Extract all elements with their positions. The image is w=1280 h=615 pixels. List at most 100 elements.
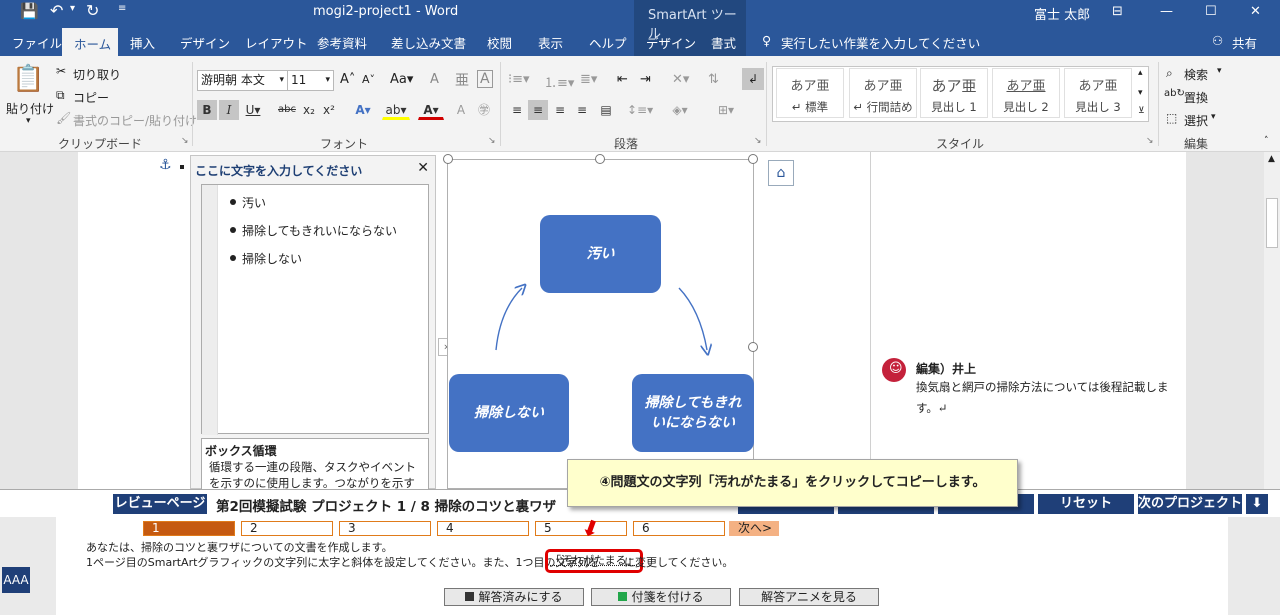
next-button[interactable]: 次へ> [729,521,779,536]
borders-icon[interactable]: ⊞▾ [712,100,740,120]
close-icon[interactable]: ✕ [1250,4,1261,19]
scroll-up-icon[interactable]: ▲ [1268,154,1275,164]
share-button[interactable]: 共有 [1232,33,1257,52]
mark-answered-button[interactable]: 解答済みにする [444,588,584,606]
shading-icon[interactable]: ◈▾ [666,100,694,120]
tab-references[interactable]: 参考資料 [317,33,367,52]
styles-scroll-up-icon[interactable]: ▴ [1138,68,1143,78]
text-effects-button[interactable]: A▾ [350,100,376,120]
decrease-indent-icon[interactable]: ⇤ [617,72,628,87]
shrink-font-icon[interactable]: A˅ [362,73,375,86]
highlight-button[interactable]: ab▾ [382,100,410,120]
font-name-combo[interactable]: 游明朝 本文 ▾ [197,70,288,91]
replace-icon[interactable]: ab↻ [1164,88,1185,99]
ribbon-display-icon[interactable]: ⊟ [1112,4,1123,19]
page-tab-6[interactable]: 6 [633,521,725,536]
font-size-toggle[interactable]: AAA [2,567,30,593]
select-icon[interactable]: ⬚ [1166,111,1177,125]
bullets-icon[interactable]: ⁝≡▾ [508,72,530,87]
copy-icon[interactable]: ⧉ [56,88,65,103]
enclose-char-icon[interactable]: ㊫ [474,100,494,120]
tab-help[interactable]: ヘルプ [589,33,627,52]
page-tab-3[interactable]: 3 [339,521,431,536]
undo-dropdown-icon[interactable]: ▾ [70,3,75,14]
review-page-button[interactable]: レビューページ [113,494,207,514]
align-right-icon[interactable]: ≡ [550,100,570,120]
styles-more-icon[interactable]: ⊻ [1138,106,1145,116]
copy-button[interactable]: コピー [73,89,109,106]
bold-button[interactable]: B [197,100,217,120]
text-pane-editor[interactable]: 汚い 掃除してもきれいにならない 掃除しない [201,184,429,435]
save-icon[interactable]: 💾 [20,2,39,20]
tab-design[interactable]: デザイン [180,33,230,52]
cut-icon[interactable]: ✂ [56,64,66,78]
share-icon[interactable]: ⚇ [1212,33,1223,48]
paste-button[interactable]: 貼り付け [6,100,54,117]
replace-button[interactable]: 置換 [1184,89,1208,106]
select-button[interactable]: 選択 [1184,112,1208,129]
tab-view[interactable]: 表示 [538,33,563,52]
add-tag-button[interactable]: 付箋を付ける [591,588,731,606]
layout-options-icon[interactable]: ⌂ [768,160,794,186]
format-painter-button[interactable]: 書式のコピー/貼り付け [73,112,197,129]
styles-scroll-down-icon[interactable]: ▾ [1138,88,1143,98]
clear-format-icon[interactable]: A [430,72,439,87]
reset-button[interactable]: リセット [1038,494,1134,514]
download-icon[interactable]: ⬇ [1246,494,1268,514]
paste-dropdown-icon[interactable]: ▾ [26,116,31,126]
tab-format[interactable]: 書式 [711,33,736,52]
resize-handle[interactable] [443,154,453,164]
style-no-spacing[interactable]: あア亜 ↵ 行間詰め [849,68,917,118]
style-heading2[interactable]: あア亜 見出し 2 [992,68,1060,118]
minimize-icon[interactable]: — [1160,4,1173,19]
style-heading1[interactable]: あア亜 見出し 1 [920,68,988,118]
answer-animation-button[interactable]: 解答アニメを見る [739,588,879,606]
tab-smartart-design[interactable]: デザイン [646,33,696,52]
underline-button[interactable]: U▾ [243,100,263,120]
scroll-thumb[interactable] [1266,198,1278,248]
vertical-scrollbar[interactable]: ▲ [1264,152,1280,489]
user-name[interactable]: 富士 太郎 [1034,4,1090,23]
font-color-button[interactable]: A▾ [418,100,444,120]
smartart-canvas[interactable]: 汚い 掃除してもきれいにならない 掃除しない [447,159,754,489]
text-pane-scrollbar[interactable] [202,185,218,435]
style-heading3[interactable]: あア亜 見出し 3 [1064,68,1132,118]
resize-handle[interactable] [748,154,758,164]
font-size-combo[interactable]: 11 ▾ [287,70,334,91]
resize-handle[interactable] [748,342,758,352]
superscript-button[interactable]: x² [320,100,338,120]
grow-font-icon[interactable]: A˄ [340,72,355,87]
undo-icon[interactable]: ↶ [50,1,63,20]
tab-insert[interactable]: 挿入 [130,33,155,52]
clipboard-launcher-icon[interactable]: ↘ [181,136,189,146]
find-dropdown-icon[interactable]: ▾ [1217,66,1222,76]
text-pane-item[interactable]: 掃除してもきれいにならない [242,222,397,239]
page-tab-2[interactable]: 2 [241,521,333,536]
increase-indent-icon[interactable]: ⇥ [640,72,651,87]
font-launcher-icon[interactable]: ↘ [488,136,496,146]
char-shading-icon[interactable]: A [452,100,470,120]
paste-icon[interactable]: 📋 [12,64,44,94]
comment-body[interactable]: 換気扇と網戸の掃除方法については後程記載します。↵ [916,377,1176,419]
page-tab-1[interactable]: 1 [143,521,235,536]
change-case-icon[interactable]: Aa▾ [390,72,413,87]
style-normal[interactable]: あア亜 ↵ 標準 [776,68,844,118]
tab-home[interactable]: ホーム [62,28,118,56]
phonetic-guide-icon[interactable]: 亜 [455,70,469,90]
subscript-button[interactable]: x₂ [300,100,318,120]
align-left-icon[interactable]: ≡ [507,100,527,120]
strikethrough-button[interactable]: abc [275,100,299,120]
align-center-icon[interactable]: ≡ [528,100,548,120]
page-tab-4[interactable]: 4 [437,521,529,536]
cut-button[interactable]: 切り取り [73,66,121,83]
paragraph-launcher-icon[interactable]: ↘ [754,136,762,146]
text-pane-close-icon[interactable]: ✕ [417,160,429,176]
char-border-icon[interactable]: A [477,70,493,88]
collapse-ribbon-icon[interactable]: ˄ [1264,136,1269,146]
redo-icon[interactable]: ↻ [86,1,99,20]
numbering-icon[interactable]: ⒈≡▾ [544,72,574,91]
find-icon[interactable]: ⌕ [1166,66,1173,81]
maximize-icon[interactable]: ☐ [1205,4,1217,19]
justify-icon[interactable]: ≡ [572,100,592,120]
text-pane-item[interactable]: 汚い [242,194,266,211]
